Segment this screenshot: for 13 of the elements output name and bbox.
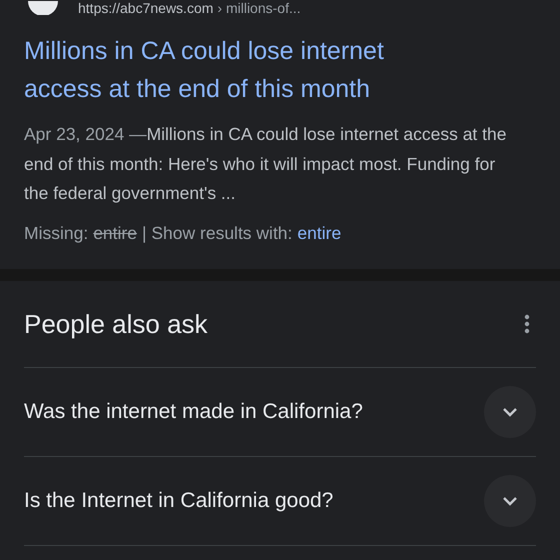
result-title-link[interactable]: Millions in CA could lose internet access at the end of this month [24, 32, 464, 108]
site-logo-icon [28, 1, 58, 15]
url-breadcrumb: › millions-of... [217, 0, 301, 16]
missing-term: entire [93, 222, 137, 244]
question-text[interactable]: Was the internet made in California? [24, 400, 363, 424]
missing-label: Missing: [24, 222, 88, 244]
section-heading: People also ask [24, 308, 208, 340]
show-results-label: | Show results with: [142, 222, 292, 244]
question-text[interactable]: Is the Internet in California good? [24, 489, 334, 513]
result-snippet: Apr 23, 2024 —Millions in CA could lose internet access at the end of this month: Here's who it will impact most. Funding for the federal government's ... [24, 123, 508, 205]
show-results-link[interactable]: entire [297, 222, 342, 244]
result-url[interactable]: https://abc7news.com [78, 0, 214, 16]
more-options-icon[interactable] [524, 314, 530, 334]
